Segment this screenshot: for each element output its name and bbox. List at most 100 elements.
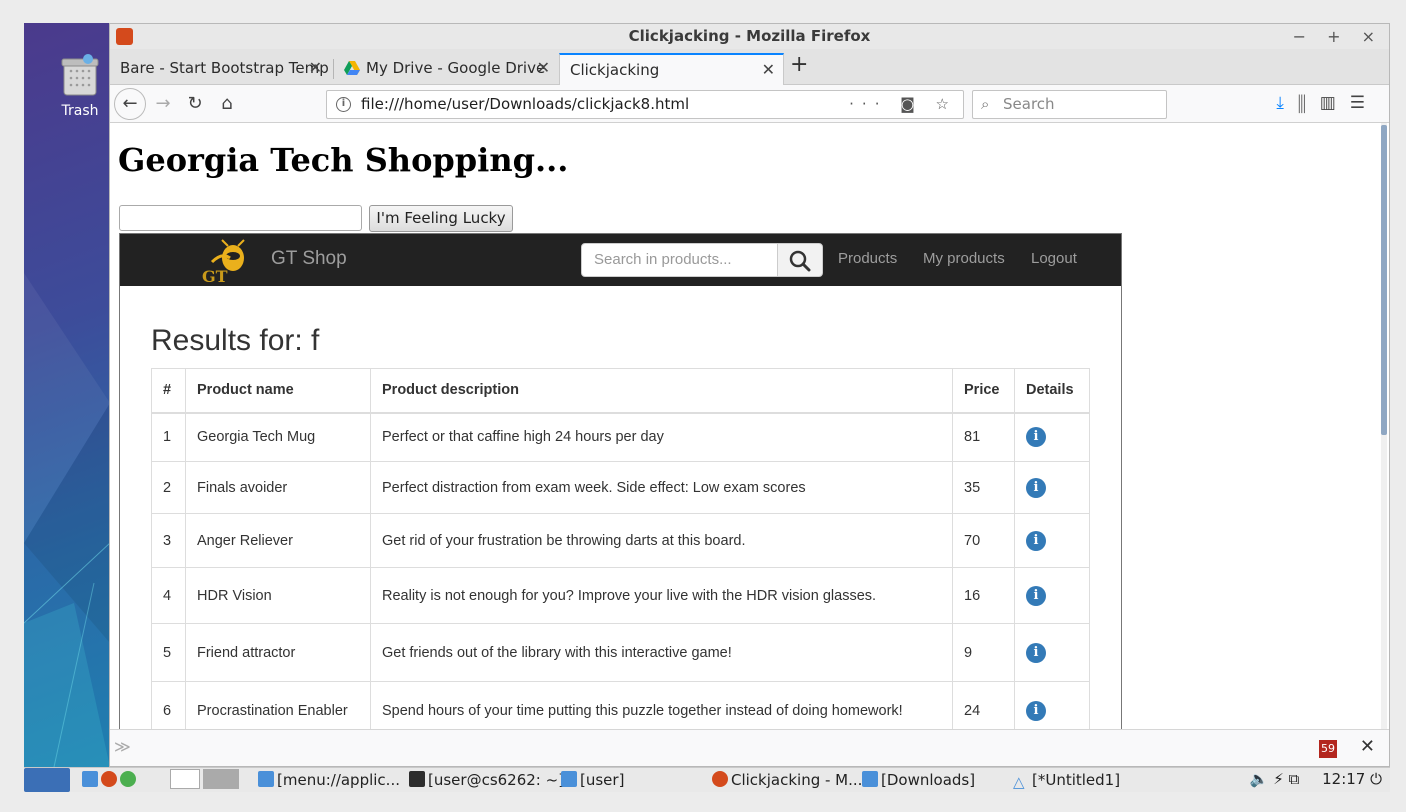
column-header: Product description <box>370 368 953 414</box>
page-content: Georgia Tech Shopping... I'm Feeling Luc… <box>110 123 1380 729</box>
new-tab-plus-icon[interactable]: + <box>790 52 808 77</box>
search-input[interactable]: ⌕ Search <box>972 90 1167 119</box>
tab-clickjacking[interactable]: Clickjacking ✕ <box>559 53 784 85</box>
clock[interactable]: 12:17 <box>1322 770 1365 788</box>
page-scrollbar[interactable] <box>1381 123 1387 729</box>
details-cell: i <box>1014 681 1090 729</box>
taskbar-item-label: Clickjacking - M... <box>731 771 863 789</box>
volume-icon[interactable]: 🔈 <box>1250 770 1269 788</box>
tab-label: Bare - Start Bootstrap Temp <box>120 59 329 77</box>
feeling-lucky-button[interactable]: I'm Feeling Lucky <box>369 205 513 232</box>
product-price: 81 <box>952 412 1015 462</box>
title-bar: Clickjacking - Mozilla Firefox − + × <box>110 24 1389 49</box>
page-title: Georgia Tech Shopping... <box>118 141 569 179</box>
product-search-input[interactable]: Search in products... <box>581 243 778 277</box>
product-price: 70 <box>952 513 1015 568</box>
shutdown-icon[interactable]: ⏻ <box>1370 770 1382 788</box>
site-info-icon[interactable]: i <box>336 97 351 112</box>
tab-separator <box>333 59 334 79</box>
workspace-1[interactable] <box>170 769 200 789</box>
svg-text:GT: GT <box>202 267 228 284</box>
scrollbar-thumb[interactable] <box>1381 125 1387 435</box>
column-header: # <box>151 368 186 414</box>
info-details-icon[interactable]: i <box>1026 700 1046 721</box>
table-row: 4 HDR Vision Reality is not enough for y… <box>151 567 1090 624</box>
firefox-launch-icon[interactable] <box>101 771 117 787</box>
chevron-right-icon[interactable]: ≫ <box>114 737 131 756</box>
taskbar-item-untitled[interactable]: △ [*Untitled1] <box>1013 770 1120 791</box>
taskbar: [menu://applic... [user@cs6262: ~] [user… <box>24 767 1390 792</box>
product-price: 16 <box>952 567 1015 624</box>
url-text: file:///home/user/Downloads/clickjack8.h… <box>361 95 690 113</box>
trash-desktop-icon[interactable]: Trash <box>50 53 110 119</box>
file-manager-icon[interactable] <box>82 771 98 787</box>
product-search-button[interactable] <box>777 243 823 277</box>
taskbar-item-user-folder[interactable]: [user] <box>561 770 624 790</box>
taskbar-item-firefox[interactable]: Clickjacking - M... <box>712 770 862 790</box>
window-controls[interactable]: − + × <box>1293 24 1383 49</box>
info-details-icon[interactable]: i <box>1026 642 1046 663</box>
search-placeholder: Search <box>1003 95 1055 113</box>
taskbar-item-downloads[interactable]: [Downloads] <box>862 770 975 790</box>
menu-hamburger-icon[interactable]: ☰ <box>1350 93 1379 113</box>
taskbar-item-label: [user] <box>580 771 625 789</box>
google-drive-icon <box>344 61 360 75</box>
home-icon[interactable]: ⌂ <box>214 91 240 117</box>
chrome-launch-icon[interactable] <box>120 771 136 787</box>
tab-label: My Drive - Google Drive <box>366 59 546 77</box>
info-details-icon[interactable]: i <box>1026 585 1046 606</box>
folder-icon <box>561 771 577 787</box>
lucky-text-input[interactable] <box>119 205 362 231</box>
product-name: HDR Vision <box>185 567 371 624</box>
close-icon[interactable]: ✕ <box>1360 736 1375 757</box>
notification-badge[interactable]: 59 <box>1319 740 1337 758</box>
workspace-2[interactable] <box>203 769 239 789</box>
firefox-icon <box>116 28 133 45</box>
back-arrow-icon[interactable]: ← <box>114 88 146 120</box>
nav-my-products-link[interactable]: My products <box>923 250 1005 267</box>
toolbar-buttons: ⤓⫼▥☰ <box>1276 93 1379 113</box>
nav-products-link[interactable]: Products <box>838 250 897 267</box>
browser-window: Clickjacking - Mozilla Firefox − + × Bar… <box>109 23 1390 767</box>
url-bar[interactable]: i file:///home/user/Downloads/clickjack8… <box>326 90 964 119</box>
desktop-wallpaper <box>24 273 110 767</box>
gt-yellow-jacket-logo[interactable]: GT <box>200 238 252 284</box>
trash-label: Trash <box>61 103 99 119</box>
column-header: Product name <box>185 368 371 414</box>
tab-google-drive[interactable]: My Drive - Google Drive ✕ <box>336 53 558 85</box>
library-icon[interactable]: ⫼ <box>1298 93 1320 113</box>
forward-arrow-icon[interactable]: → <box>150 91 176 117</box>
info-details-icon[interactable]: i <box>1026 477 1046 498</box>
search-icon: ⌕ <box>981 95 990 113</box>
close-tab-icon[interactable]: ✕ <box>309 53 322 83</box>
taskbar-item-terminal[interactable]: [user@cs6262: ~] <box>409 770 564 790</box>
product-description: Reality is not enough for you? Improve y… <box>370 567 953 624</box>
product-description: Perfect distraction from exam week. Side… <box>370 461 953 514</box>
tab-bar: Bare - Start Bootstrap Temp ✕ My Drive -… <box>110 49 1389 85</box>
row-number: 5 <box>151 623 186 682</box>
page-actions-icon[interactable]: ··· ◙ ☆ <box>849 91 957 118</box>
bottom-bar: ≫ 59 ✕ <box>110 729 1389 766</box>
power-icon[interactable]: ⚡ <box>1273 770 1284 788</box>
info-details-icon[interactable]: i <box>1026 530 1046 551</box>
close-tab-icon[interactable]: ✕ <box>537 53 550 83</box>
tab-bootstrap[interactable]: Bare - Start Bootstrap Temp ✕ <box>110 53 330 85</box>
taskbar-item-label: [user@cs6262: ~] <box>428 771 565 789</box>
network-icon[interactable]: ⧉ <box>1289 770 1300 788</box>
taskbar-item-label: [Downloads] <box>881 771 976 789</box>
column-header: Details <box>1014 368 1090 414</box>
navigation-bar: ← → ↻ ⌂ i file:///home/user/Downloads/cl… <box>110 85 1389 123</box>
workspace-switcher[interactable] <box>170 769 242 792</box>
close-tab-icon[interactable]: ✕ <box>762 55 775 85</box>
info-details-icon[interactable]: i <box>1026 427 1046 448</box>
shop-brand[interactable]: GT Shop <box>271 248 347 270</box>
taskbar-item-menu[interactable]: [menu://applic... <box>258 770 400 790</box>
nav-logout-link[interactable]: Logout <box>1031 250 1077 267</box>
product-name: Finals avoider <box>185 461 371 514</box>
shop-iframe: GT GT Shop Search in products... Product… <box>119 233 1122 729</box>
sidebar-icon[interactable]: ▥ <box>1320 93 1350 113</box>
reload-icon[interactable]: ↻ <box>182 91 208 117</box>
downloads-icon[interactable]: ⤓ <box>1276 93 1298 113</box>
start-menu-button[interactable] <box>24 768 70 792</box>
quick-launch-icons[interactable] <box>82 770 139 790</box>
